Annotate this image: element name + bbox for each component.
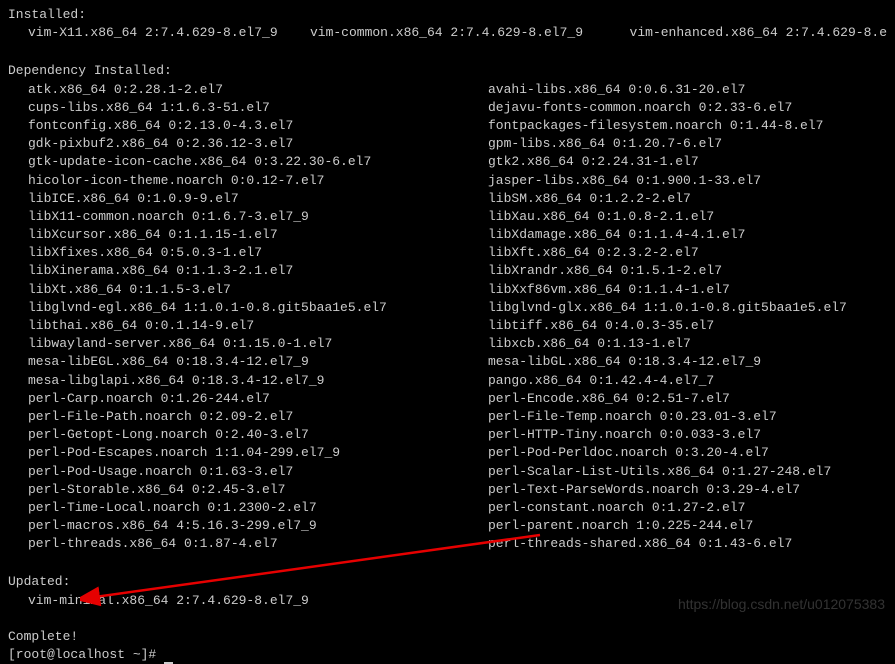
pkg-item: perl-HTTP-Tiny.noarch 0:0.033-3.el7 [488,426,895,444]
pkg-item: libXxf86vm.x86_64 0:1.1.4-1.el7 [488,281,895,299]
shell-prompt[interactable]: [root@localhost ~]# [8,646,887,664]
pkg-item: perl-macros.x86_64 4:5.16.3-299.el7_9 [28,517,488,535]
pkg-item: pango.x86_64 0:1.42.4-4.el7_7 [488,372,895,390]
pkg-item: libXinerama.x86_64 0:1.1.3-2.1.el7 [28,262,488,280]
pkg-item: libXcursor.x86_64 0:1.1.15-1.el7 [28,226,488,244]
installed-row: vim-X11.x86_64 2:7.4.629-8.el7_9 vim-com… [8,24,887,42]
installed-header: Installed: [8,6,887,24]
pkg-item: dejavu-fonts-common.noarch 0:2.33-6.el7 [488,99,895,117]
pkg-item: fontpackages-filesystem.noarch 0:1.44-8.… [488,117,895,135]
pkg-item: vim-X11.x86_64 2:7.4.629-8.el7_9 [28,24,310,42]
pkg-item: mesa-libEGL.x86_64 0:18.3.4-12.el7_9 [28,353,488,371]
pkg-item: gdk-pixbuf2.x86_64 0:2.36.12-3.el7 [28,135,488,153]
pkg-item: libthai.x86_64 0:0.1.14-9.el7 [28,317,488,335]
cursor-icon [164,650,173,664]
pkg-item: vim-common.x86_64 2:7.4.629-8.el7_9 [310,24,630,42]
pkg-item: libSM.x86_64 0:1.2.2-2.el7 [488,190,895,208]
pkg-item: libX11-common.noarch 0:1.6.7-3.el7_9 [28,208,488,226]
pkg-item: perl-Time-Local.noarch 0:1.2300-2.el7 [28,499,488,517]
dep-col-right: avahi-libs.x86_64 0:0.6.31-20.el7 dejavu… [488,81,895,554]
dep-col-left: atk.x86_64 0:2.28.1-2.el7 cups-libs.x86_… [28,81,488,554]
pkg-item: atk.x86_64 0:2.28.1-2.el7 [28,81,488,99]
pkg-item: libxcb.x86_64 0:1.13-1.el7 [488,335,895,353]
pkg-item: perl-Encode.x86_64 0:2.51-7.el7 [488,390,895,408]
pkg-item: perl-Getopt-Long.noarch 0:2.40-3.el7 [28,426,488,444]
pkg-item: mesa-libGL.x86_64 0:18.3.4-12.el7_9 [488,353,895,371]
pkg-item: libtiff.x86_64 0:4.0.3-35.el7 [488,317,895,335]
dep-installed-header: Dependency Installed: [8,62,887,80]
pkg-item: perl-Pod-Usage.noarch 0:1.63-3.el7 [28,463,488,481]
pkg-item: libXt.x86_64 0:1.1.5-3.el7 [28,281,488,299]
pkg-item: vim-enhanced.x86_64 2:7.4.629-8.e [630,24,887,42]
dep-installed-list: atk.x86_64 0:2.28.1-2.el7 cups-libs.x86_… [8,81,887,554]
pkg-item: perl-Carp.noarch 0:1.26-244.el7 [28,390,488,408]
pkg-item: libglvnd-glx.x86_64 1:1.0.1-0.8.git5baa1… [488,299,895,317]
pkg-item: libwayland-server.x86_64 0:1.15.0-1.el7 [28,335,488,353]
pkg-item: libXrandr.x86_64 0:1.5.1-2.el7 [488,262,895,280]
pkg-item: cups-libs.x86_64 1:1.6.3-51.el7 [28,99,488,117]
watermark-text: https://blog.csdn.net/u012075383 [678,595,885,615]
pkg-item: perl-Pod-Escapes.noarch 1:1.04-299.el7_9 [28,444,488,462]
pkg-item: gtk-update-icon-cache.x86_64 0:3.22.30-6… [28,153,488,171]
pkg-item: libXft.x86_64 0:2.3.2-2.el7 [488,244,895,262]
pkg-item: libXfixes.x86_64 0:5.0.3-1.el7 [28,244,488,262]
pkg-item: perl-Text-ParseWords.noarch 0:3.29-4.el7 [488,481,895,499]
prompt-text: [root@localhost ~]# [8,647,164,662]
pkg-item: perl-File-Path.noarch 0:2.09-2.el7 [28,408,488,426]
pkg-item: jasper-libs.x86_64 0:1.900.1-33.el7 [488,172,895,190]
pkg-item: perl-Pod-Perldoc.noarch 0:3.20-4.el7 [488,444,895,462]
updated-header: Updated: [8,573,887,591]
pkg-item: perl-parent.noarch 1:0.225-244.el7 [488,517,895,535]
pkg-item: fontconfig.x86_64 0:2.13.0-4.3.el7 [28,117,488,135]
pkg-item: gtk2.x86_64 0:2.24.31-1.el7 [488,153,895,171]
pkg-item: perl-threads-shared.x86_64 0:1.43-6.el7 [488,535,895,553]
pkg-item: perl-Storable.x86_64 0:2.45-3.el7 [28,481,488,499]
pkg-item: mesa-libglapi.x86_64 0:18.3.4-12.el7_9 [28,372,488,390]
pkg-item: hicolor-icon-theme.noarch 0:0.12-7.el7 [28,172,488,190]
pkg-item: perl-Scalar-List-Utils.x86_64 0:1.27-248… [488,463,895,481]
pkg-item: libglvnd-egl.x86_64 1:1.0.1-0.8.git5baa1… [28,299,488,317]
pkg-item: perl-threads.x86_64 0:1.87-4.el7 [28,535,488,553]
complete-status: Complete! [8,628,887,646]
pkg-item: libXdamage.x86_64 0:1.1.4-4.1.el7 [488,226,895,244]
pkg-item: avahi-libs.x86_64 0:0.6.31-20.el7 [488,81,895,99]
pkg-item: gpm-libs.x86_64 0:1.20.7-6.el7 [488,135,895,153]
pkg-item: libXau.x86_64 0:1.0.8-2.1.el7 [488,208,895,226]
pkg-item: perl-constant.noarch 0:1.27-2.el7 [488,499,895,517]
pkg-item: libICE.x86_64 0:1.0.9-9.el7 [28,190,488,208]
pkg-item: perl-File-Temp.noarch 0:0.23.01-3.el7 [488,408,895,426]
